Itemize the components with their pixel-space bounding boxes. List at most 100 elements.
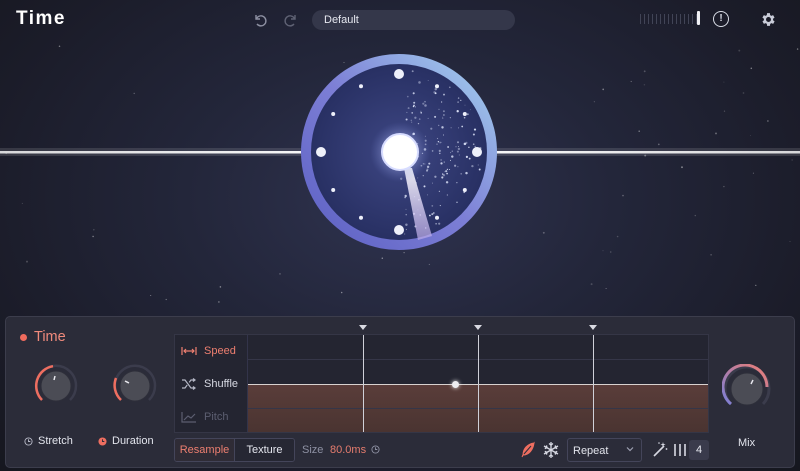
sparkle xyxy=(478,168,481,171)
sparkle xyxy=(441,126,444,129)
randomize-button[interactable] xyxy=(651,441,669,459)
sparkle xyxy=(443,93,445,96)
dial-tick xyxy=(435,215,439,220)
modulation-editor[interactable]: Speed Shuffle Pitch xyxy=(174,334,709,433)
sparkle xyxy=(422,102,425,105)
background-star xyxy=(21,202,23,204)
background-star xyxy=(218,301,220,303)
freeze-button[interactable] xyxy=(542,441,560,459)
sparkle xyxy=(404,194,407,198)
resample-button[interactable]: Resample xyxy=(175,439,235,461)
sparkle xyxy=(454,164,457,167)
background-star xyxy=(622,194,624,197)
background-star xyxy=(755,284,757,287)
sparkle xyxy=(473,128,477,131)
time-visualizer[interactable] xyxy=(0,40,800,310)
info-icon[interactable]: ! xyxy=(713,11,729,27)
background-star xyxy=(343,62,345,63)
background-star xyxy=(710,253,712,256)
sparkle xyxy=(428,214,431,217)
sparkle xyxy=(464,104,466,106)
mix-knob[interactable] xyxy=(722,364,772,414)
sparkle xyxy=(469,109,471,111)
stretch-label: Stretch xyxy=(24,435,73,447)
clock-icon[interactable] xyxy=(371,445,380,454)
dial-tick xyxy=(394,225,404,235)
background-star xyxy=(58,45,61,48)
sparkle xyxy=(420,110,422,112)
sparkle xyxy=(411,112,414,114)
sparkle xyxy=(410,119,412,121)
sparkle xyxy=(446,168,449,171)
sparkle xyxy=(442,110,445,113)
sparkle xyxy=(406,111,408,113)
background-star xyxy=(630,80,632,83)
level-handle[interactable] xyxy=(452,381,459,388)
background-star xyxy=(403,251,405,254)
sparkle xyxy=(457,97,460,99)
row-speed[interactable]: Speed xyxy=(181,345,236,357)
marker-handle-1[interactable] xyxy=(359,325,367,330)
sparkle xyxy=(405,223,408,226)
sparkle xyxy=(403,233,406,235)
texture-button[interactable]: Texture xyxy=(235,439,294,461)
background-star xyxy=(609,251,612,253)
background-star xyxy=(715,132,717,135)
sparkle xyxy=(456,182,458,184)
sparkle xyxy=(439,205,441,207)
sparkle xyxy=(434,175,437,178)
sparkle xyxy=(431,182,433,184)
row-pitch[interactable]: Pitch xyxy=(181,411,228,423)
output-level-handle[interactable] xyxy=(697,11,700,25)
feather-button[interactable] xyxy=(519,441,537,459)
sparkle xyxy=(426,168,429,171)
sparkle xyxy=(427,80,429,81)
sparkle xyxy=(466,113,469,116)
background-star xyxy=(752,172,754,174)
background-star xyxy=(789,241,791,243)
marker-handle-3[interactable] xyxy=(589,325,597,330)
grid-button[interactable] xyxy=(671,441,689,459)
duration-knob[interactable] xyxy=(110,361,160,411)
marker-line xyxy=(478,335,479,432)
sparkle xyxy=(472,133,475,136)
stretch-knob[interactable] xyxy=(31,361,81,411)
background-star xyxy=(340,291,343,294)
plugin-window: Time Default ! Time Stretch Duration Spe… xyxy=(0,0,800,471)
sparkle xyxy=(451,155,454,158)
sparkle xyxy=(434,115,437,118)
center-orb[interactable] xyxy=(381,133,419,171)
sparkle xyxy=(414,116,417,119)
sparkle xyxy=(423,185,426,188)
background-star xyxy=(643,84,646,86)
chart-line-icon xyxy=(181,412,196,423)
sparkle xyxy=(458,127,460,129)
sparkle xyxy=(456,201,458,204)
sparkle xyxy=(448,169,450,170)
dial-tick xyxy=(316,147,326,157)
size-value[interactable]: 80.0ms xyxy=(330,444,366,456)
sparkle xyxy=(456,150,459,153)
background-star xyxy=(694,214,697,217)
redo-button[interactable] xyxy=(281,10,301,30)
marker-handle-2[interactable] xyxy=(474,325,482,330)
sparkle xyxy=(424,104,427,107)
settings-button[interactable] xyxy=(760,11,777,28)
sparkle xyxy=(450,152,452,154)
undo-button[interactable] xyxy=(250,10,270,30)
sparkle xyxy=(472,143,475,146)
row-shuffle[interactable]: Shuffle xyxy=(181,378,238,390)
sparkle xyxy=(430,127,433,130)
power-toggle[interactable] xyxy=(20,333,27,341)
division-count[interactable]: 4 xyxy=(689,440,709,460)
mode-select[interactable]: Repeat xyxy=(567,438,642,462)
preset-selector[interactable]: Default xyxy=(312,10,515,30)
sparkle xyxy=(477,164,479,166)
sparkle xyxy=(439,152,441,155)
output-meter xyxy=(640,14,698,24)
background-star xyxy=(381,257,384,259)
background-star xyxy=(26,260,28,263)
sparkle xyxy=(441,176,444,179)
sparkle xyxy=(465,171,468,175)
background-star xyxy=(638,130,640,132)
